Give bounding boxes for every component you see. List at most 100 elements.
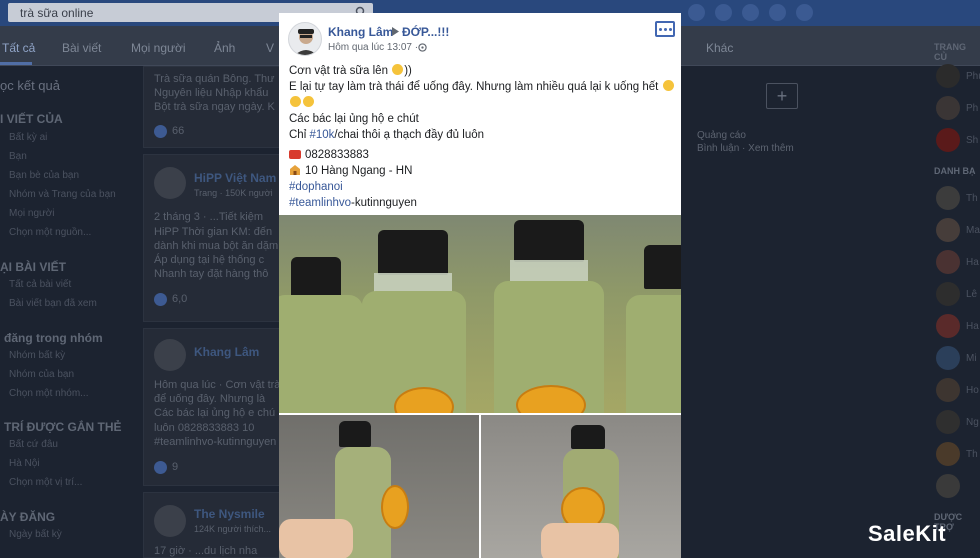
tab-more[interactable]: Khác [706, 41, 733, 55]
contact-name[interactable]: Ha [966, 257, 979, 268]
tab-photos[interactable]: Ảnh [214, 41, 235, 55]
author-avatar[interactable] [288, 22, 322, 56]
filter-heading: đăng trong nhóm [4, 331, 103, 345]
tab-videos[interactable]: V [266, 41, 274, 55]
post-photo[interactable] [279, 215, 681, 413]
filter-option[interactable]: Bất cứ đâu [9, 439, 58, 450]
filter-option[interactable]: Bạn bè của bạn [9, 170, 79, 181]
filter-heading: I VIẾT CỦA [0, 112, 63, 126]
filter-option[interactable]: Nhóm bất kỳ [9, 350, 65, 361]
contact-name[interactable]: Phú [966, 71, 980, 82]
result-text: dành khi mua bột ăn dặm [154, 240, 279, 252]
filter-option[interactable]: Ngày bất kỳ [9, 529, 62, 540]
house-icon [290, 165, 300, 175]
result-text: để uống đây. Nhưng là [154, 393, 266, 405]
filter-option[interactable]: Mọi người [9, 208, 55, 219]
add-button[interactable]: + [766, 83, 798, 109]
result-text: Các bác lại ủng hộ e chú [154, 407, 276, 419]
post-line: )) [404, 65, 412, 77]
avatar[interactable] [936, 474, 960, 498]
tab-posts[interactable]: Bài viết [62, 41, 101, 55]
post-line: Cơn vật trà sữa lên [289, 65, 388, 77]
avatar[interactable] [936, 410, 960, 434]
result-author[interactable]: HiPP Việt Nam [194, 171, 276, 185]
post-viewer-modal: Khang Lâm ĐỚP...!!! Hôm qua lúc 13:07 · … [279, 13, 681, 558]
feed-result-card[interactable]: HiPP Việt Nam Trang · 150K người 2 tháng… [143, 154, 283, 322]
contact-name[interactable]: Lê [966, 289, 977, 300]
reaction-count: 66 [172, 125, 185, 137]
post-group-name[interactable]: ĐỚP...!!! [402, 25, 449, 39]
avatar[interactable] [936, 442, 960, 466]
filter-option[interactable]: Chọn một nhóm... [9, 388, 88, 399]
filter-option[interactable]: Bạn [9, 151, 27, 162]
shared-to-arrow-icon [392, 27, 399, 36]
contact-name[interactable]: Ho [966, 385, 979, 396]
tab-people[interactable]: Mọi người [131, 41, 186, 55]
feed-result-card[interactable]: Trà sữa quán Bông. Thư Nguyên liệu Nhập … [143, 66, 283, 148]
feed-result-card[interactable]: The Nysmile 124K người thích... 17 giờ ·… [143, 492, 283, 558]
more-dot [669, 28, 672, 31]
phone-number: 0828833883 [305, 149, 369, 161]
avatar[interactable] [936, 314, 960, 338]
laugh-emoji-icon [290, 96, 301, 107]
filter-option[interactable]: Hà Nội [9, 458, 40, 469]
more-dot [659, 28, 662, 31]
hashtag-link[interactable]: #teamlinhvo [289, 197, 351, 209]
filter-option[interactable]: Bất kỳ ai [9, 132, 47, 143]
post-author-name[interactable]: Khang Lâm [328, 25, 393, 39]
post-line: Các bác lại ủng hộ e chút [289, 113, 419, 125]
feed-result-card[interactable]: Khang Lâm Hôm qua lúc · Cơn vật trà để u… [143, 328, 283, 486]
friend-requests-icon[interactable] [688, 4, 705, 21]
contact-name[interactable]: Ph [966, 103, 978, 114]
filter-heading: ÀY ĐĂNG [0, 510, 56, 524]
post-photo[interactable] [481, 415, 681, 558]
filter-option[interactable]: Tất cả bài viết [9, 279, 71, 290]
contact-name[interactable]: Ng [966, 417, 979, 428]
filter-heading: TRÍ ĐƯỢC GẮN THẺ [4, 420, 122, 434]
tab-all[interactable]: Tất cả [2, 41, 35, 55]
avatar[interactable] [936, 378, 960, 402]
avatar[interactable] [936, 282, 960, 306]
contact-name[interactable]: Sh [966, 135, 978, 146]
post-header: Khang Lâm ĐỚP...!!! Hôm qua lúc 13:07 · [279, 13, 681, 58]
help-icon[interactable] [769, 4, 786, 21]
contact-name[interactable]: Mi [966, 353, 977, 364]
more-options-button[interactable] [655, 21, 675, 37]
result-text: Nguyên liệu Nhập khẩu [154, 87, 269, 99]
post-photo[interactable] [279, 415, 479, 558]
result-author[interactable]: Khang Lâm [194, 345, 259, 359]
notifications-icon[interactable] [742, 4, 759, 21]
sidebar-text: Bình luận · Xem thêm [697, 143, 794, 154]
filter-option[interactable]: Chọn một nguồn... [9, 227, 91, 238]
contact-name[interactable]: Th [966, 449, 978, 460]
address: 10 Hàng Ngang - HN [305, 165, 413, 177]
avatar[interactable] [936, 186, 960, 210]
messages-icon[interactable] [715, 4, 732, 21]
result-text: HiPP Thời gian KM: đến [154, 226, 273, 238]
active-tab-indicator [0, 62, 32, 65]
price-hashtag-link[interactable]: #10k [309, 129, 334, 141]
post-timestamp[interactable]: Hôm qua lúc 13:07 · [328, 42, 418, 53]
avatar[interactable] [936, 64, 960, 88]
hashtag-link[interactable]: #dophanoi [289, 179, 674, 195]
filter-option[interactable]: Bài viết bạn đã xem [9, 298, 97, 309]
contact-name[interactable]: Ma [966, 225, 980, 236]
account-menu-icon[interactable] [796, 4, 813, 21]
avatar [154, 167, 186, 199]
more-dot [664, 28, 667, 31]
avatar[interactable] [936, 346, 960, 370]
bottle-cap [339, 421, 371, 447]
laugh-emoji-icon [303, 96, 314, 107]
avatar [154, 339, 186, 371]
result-author[interactable]: The Nysmile [194, 507, 265, 521]
contact-name[interactable]: Ha [966, 321, 979, 332]
avatar[interactable] [936, 128, 960, 152]
filter-sidebar: ọc kết quả I VIẾT CỦA Bất kỳ ai Bạn Bạn … [0, 66, 140, 558]
filter-option[interactable]: Nhóm của bạn [9, 369, 74, 380]
filter-option[interactable]: Nhóm và Trang của bạn [9, 189, 116, 200]
filter-option[interactable]: Chọn một vị trí... [9, 477, 82, 488]
avatar[interactable] [936, 250, 960, 274]
avatar[interactable] [936, 218, 960, 242]
avatar[interactable] [936, 96, 960, 120]
contact-name[interactable]: Th [966, 193, 978, 204]
